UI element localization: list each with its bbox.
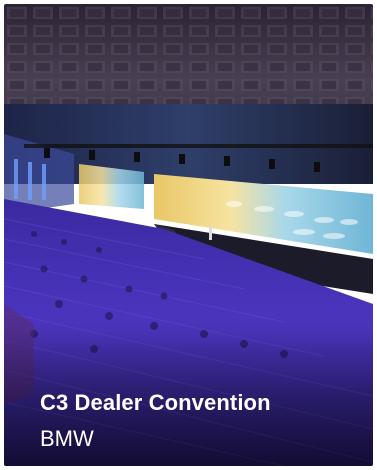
- event-card[interactable]: C3 Dealer Convention BMW: [4, 4, 373, 466]
- card-title: C3 Dealer Convention: [40, 390, 271, 415]
- card-subtitle: BMW: [40, 426, 94, 451]
